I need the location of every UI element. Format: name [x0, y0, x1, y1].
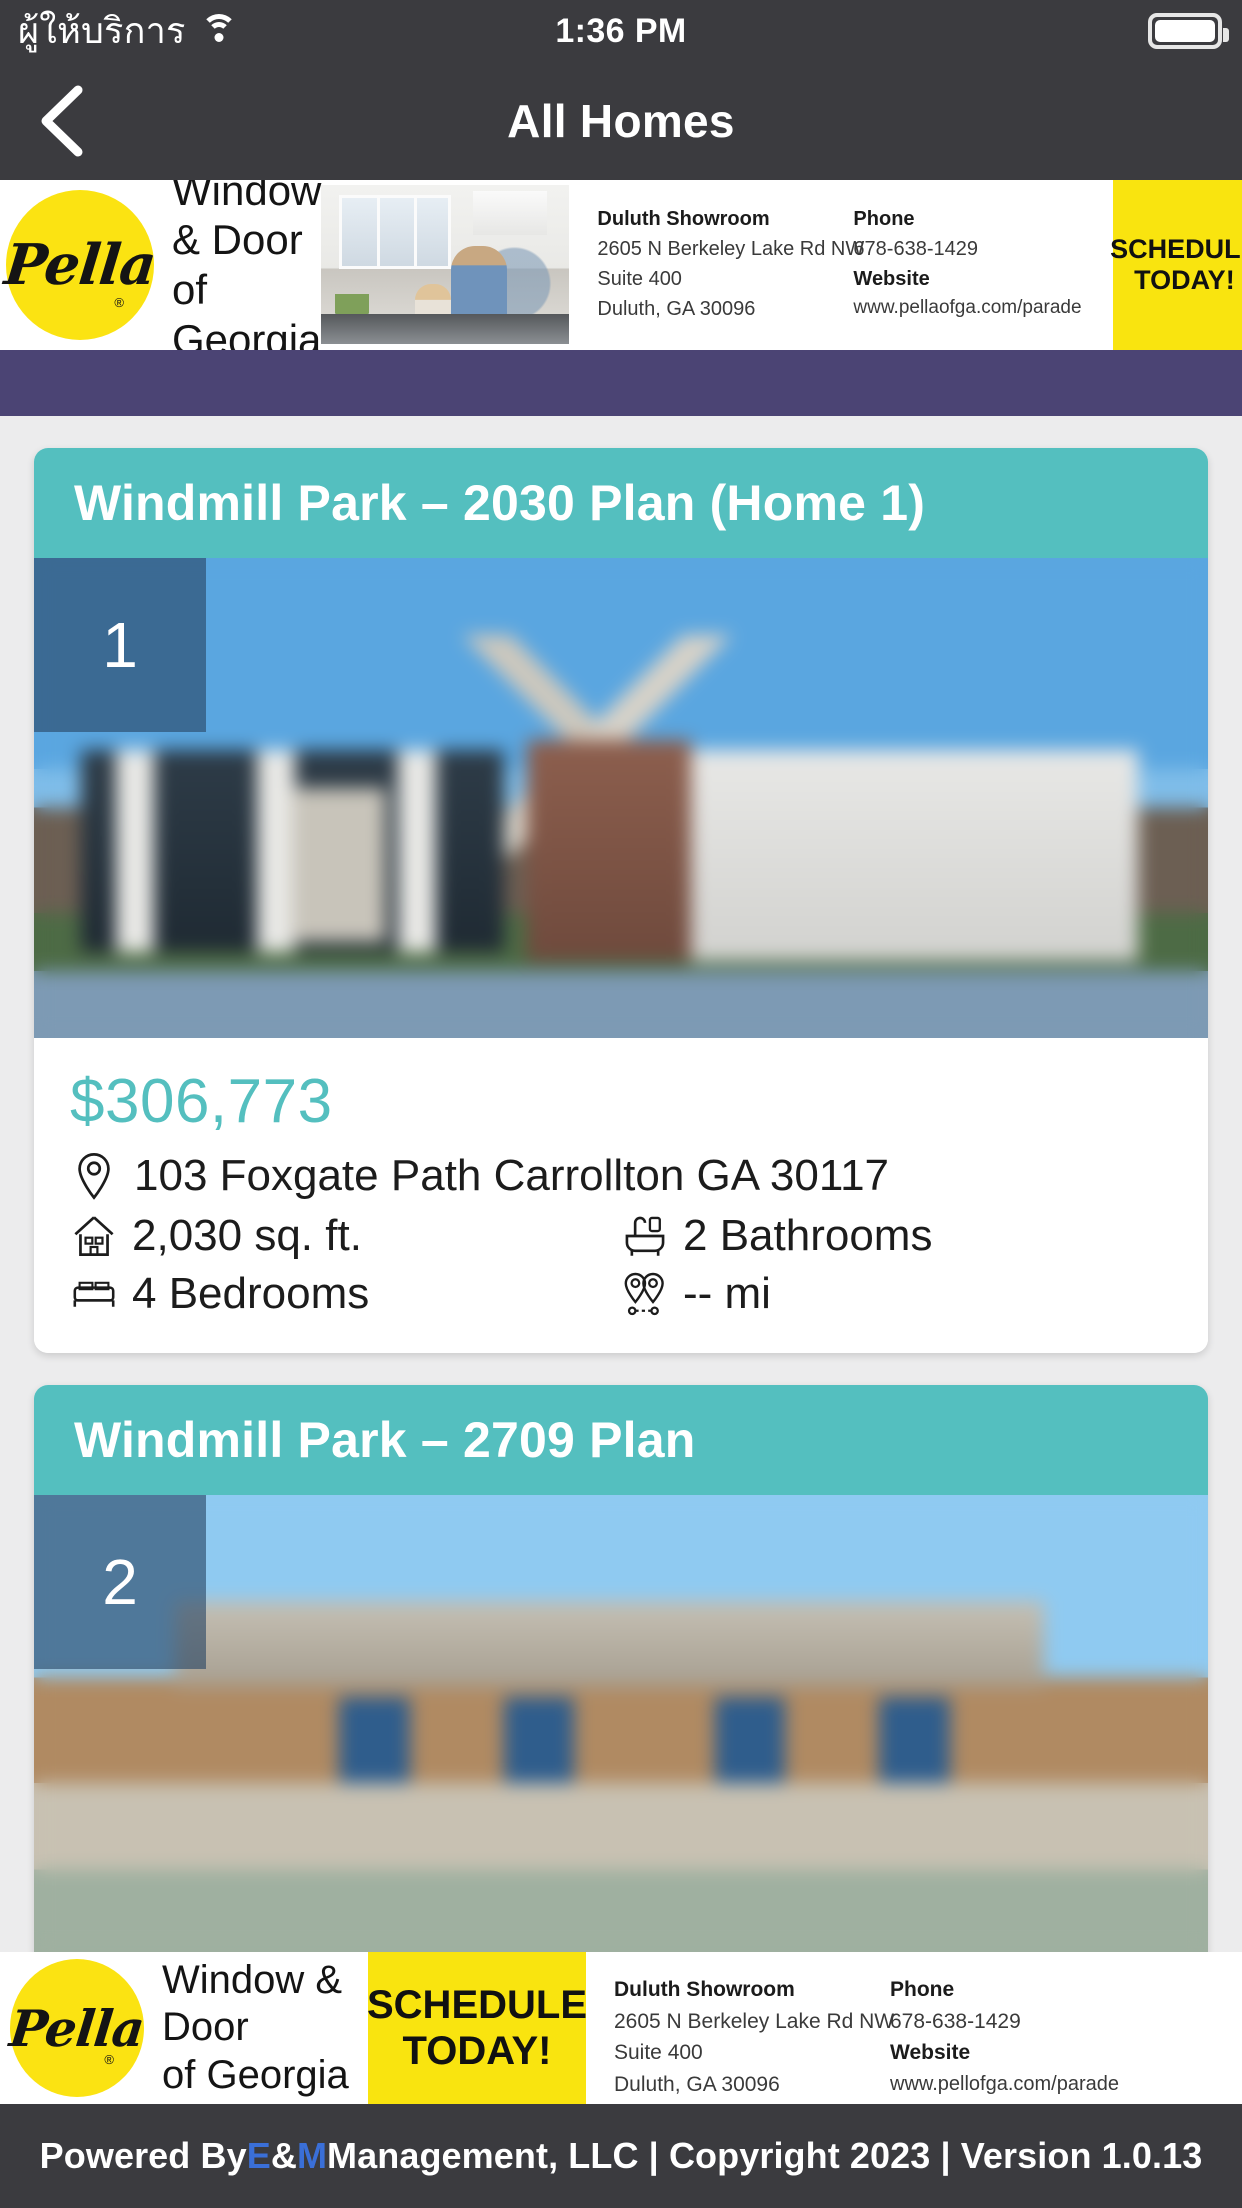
map-pin-icon [70, 1152, 118, 1200]
showroom-label-bottom: Duluth Showroom [614, 1978, 795, 2001]
status-bar-clock: 1:36 PM [555, 11, 687, 50]
pella-logo-icon: Pella ® [7, 1959, 147, 2097]
home-address-row: 103 Foxgate Path Carrollton GA 30117 [70, 1151, 1172, 1201]
home-card[interactable]: Windmill Park – 2709 Plan 2 [34, 1385, 1208, 1952]
registered-mark-icon: ® [104, 2052, 114, 2067]
chevron-left-icon [34, 84, 86, 158]
home-bathrooms-spec: 2 Bathrooms [621, 1211, 1172, 1261]
pella-wordmark: Pella [1, 232, 159, 298]
home-distance-spec: -- mi [621, 1269, 1172, 1319]
carrier-label: ผู้ให้บริการ [18, 10, 186, 51]
app-screen: ผู้ให้บริการ 1:36 PM All Homes Pella ® W… [0, 0, 1242, 2208]
pella-ad-photo-top [321, 185, 570, 344]
pella-brand-text-top: Window & Door of Georgia [172, 180, 321, 350]
pella-wordmark: Pella [7, 1998, 147, 2058]
house-icon [70, 1212, 118, 1260]
home-distance: -- mi [683, 1269, 771, 1318]
section-divider-band [0, 350, 1242, 416]
phone-label-top: Phone [853, 208, 915, 230]
phone-value-top[interactable]: 678-638-1429 [853, 234, 1103, 264]
phone-value-bottom[interactable]: 678-638-1429 [890, 2006, 1140, 2038]
home-card-title: Windmill Park – 2709 Plan [34, 1385, 1208, 1495]
footer-prefix: Powered By [39, 2135, 247, 2176]
showroom-address1-top: 2605 N Berkeley Lake Rd NW [597, 238, 865, 260]
home-sqft-spec: 2,030 sq. ft. [70, 1211, 621, 1261]
home-bedrooms-spec: 4 Bedrooms [70, 1269, 621, 1319]
bed-icon [70, 1270, 118, 1318]
pella-brand-line1-bottom: Window & Door [162, 1958, 343, 2050]
pella-logo-icon: Pella ® [2, 190, 159, 340]
footer-suffix: Management, LLC | Copyright 2023 | Versi… [327, 2135, 1203, 2176]
pella-ad-banner-top[interactable]: Pella ® Window & Door of Georgia Duluth … [0, 180, 1242, 350]
footer-brand-amp: & [270, 2135, 297, 2176]
home-sqft: 2,030 sq. ft. [132, 1211, 362, 1260]
showroom-address1-bottom: 2605 N Berkeley Lake Rd NW [614, 2009, 895, 2033]
home-bathrooms: 2 Bathrooms [683, 1211, 933, 1260]
website-label-top: Website [853, 268, 930, 290]
cta-line1-top: SCHEDULE [1110, 233, 1242, 264]
schedule-today-button-bottom[interactable]: SCHEDULE TODAY! [366, 1952, 588, 2104]
home-card-title: Windmill Park – 2030 Plan (Home 1) [34, 448, 1208, 558]
home-card-details: $306,773 103 Foxgate Path Carrollton GA … [34, 1038, 1208, 1353]
cta-line1-bottom: SCHEDULE [366, 1983, 588, 2027]
website-value-top[interactable]: www.pellaofga.com/parade [853, 294, 1103, 323]
battery-full-icon [1148, 13, 1229, 49]
pella-logo-block-bottom: Pella ® Window & Door of Georgia [0, 1952, 368, 2104]
page-title: All Homes [507, 95, 735, 147]
bathtub-icon [621, 1212, 669, 1260]
homes-list[interactable]: Windmill Park – 2030 Plan (Home 1) 1 $30… [0, 416, 1242, 1952]
back-button[interactable] [0, 84, 120, 158]
footer-brand-m: M [296, 2135, 328, 2176]
schedule-today-button-top[interactable]: SCHEDULE TODAY! [1110, 180, 1242, 350]
home-card[interactable]: Windmill Park – 2030 Plan (Home 1) 1 $30… [34, 448, 1208, 1353]
pella-brand-line2-bottom: of Georgia [162, 2052, 349, 2097]
showroom-label-top: Duluth Showroom [597, 208, 770, 230]
status-bar: ผู้ให้บริการ 1:36 PM [0, 0, 1242, 62]
pella-contact-top: Phone 678-638-1429 Website www.pellaofga… [853, 204, 1103, 350]
pella-ad-banner-bottom[interactable]: Pella ® Window & Door of Georgia SCHEDUL… [0, 1952, 1242, 2104]
home-address: 103 Foxgate Path Carrollton GA 30117 [134, 1151, 890, 1200]
wifi-icon [200, 14, 238, 46]
phone-label-bottom: Phone [890, 1978, 955, 2001]
website-label-bottom: Website [890, 2041, 971, 2064]
registered-mark-icon: ® [114, 295, 124, 310]
home-spec-grid: 2,030 sq. ft. 2 Bathrooms 4 Bedrooms -- … [70, 1211, 1172, 1319]
route-pins-icon [621, 1270, 669, 1318]
website-value-bottom[interactable]: www.pellofga.com/parade [890, 2069, 1140, 2099]
footer-brand-e: E [246, 2135, 271, 2176]
pella-contact-bottom: Phone 678-638-1429 Website www.pellofga.… [890, 1974, 1140, 2104]
nav-bar: All Homes [0, 62, 1242, 180]
pella-logo-block-top: Pella ® Window & Door of Georgia [0, 180, 322, 350]
cta-line2-top: TODAY! [1134, 265, 1235, 295]
status-bar-left: ผู้ให้บริการ [0, 13, 420, 49]
pella-brand-line2-top: of Georgia [172, 266, 322, 350]
pella-ad-info-bottom: Duluth Showroom 2605 N Berkeley Lake Rd … [586, 1952, 1242, 2104]
pella-brand-text-bottom: Window & Door of Georgia [162, 1957, 368, 2099]
showroom-address2-top: Suite 400 [597, 268, 682, 290]
home-price: $306,773 [70, 1067, 333, 1136]
status-bar-right [822, 13, 1242, 49]
showroom-address2-bottom: Suite 400 [614, 2041, 703, 2064]
home-index-badge: 1 [34, 558, 206, 732]
pella-showroom-address-bottom: Duluth Showroom 2605 N Berkeley Lake Rd … [614, 1974, 895, 2104]
pella-brand-line1-top: Window & Door [172, 180, 322, 264]
showroom-address3-bottom: Duluth, GA 30096 [614, 2072, 780, 2096]
home-bedrooms: 4 Bedrooms [132, 1269, 370, 1318]
showroom-address3-top: Duluth, GA 30096 [597, 298, 756, 320]
home-card-photo[interactable]: 2 [34, 1495, 1208, 1952]
pella-ad-info-top: Duluth Showroom 2605 N Berkeley Lake Rd … [569, 180, 1113, 350]
cta-line2-bottom: TODAY! [402, 2029, 552, 2073]
home-card-photo[interactable]: 1 [34, 558, 1208, 1038]
app-footer: Powered By E & M Management, LLC | Copyrig… [0, 2104, 1242, 2208]
home-index-badge: 2 [34, 1495, 206, 1669]
pella-showroom-address-top: Duluth Showroom 2605 N Berkeley Lake Rd … [597, 204, 865, 350]
